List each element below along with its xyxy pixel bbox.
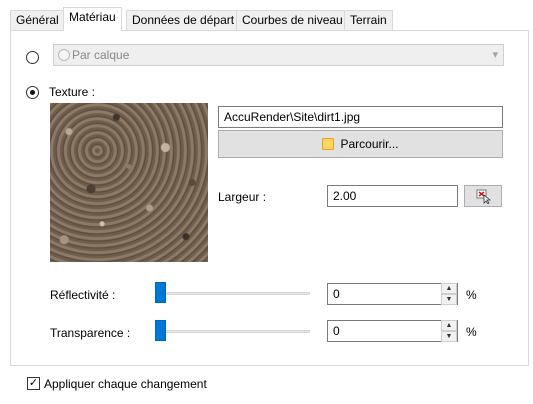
tab-terrain[interactable]: Terrain [344, 10, 393, 30]
texture-preview-image [50, 103, 208, 262]
width-input[interactable]: 2.00 [327, 185, 458, 207]
transparency-spinner[interactable]: ▲ ▼ [441, 320, 457, 342]
tab-start-data[interactable]: Données de départ [126, 10, 241, 30]
transparency-slider-thumb[interactable] [155, 320, 166, 341]
reflectivity-value: 0 [333, 287, 340, 301]
browse-label: Parcourir... [340, 137, 399, 151]
tab-general[interactable]: Général [10, 10, 65, 30]
pick-width-icon [476, 189, 492, 205]
pick-width-button[interactable] [464, 185, 502, 207]
spin-down-icon[interactable]: ▼ [441, 294, 457, 305]
tab-label: Général [16, 13, 59, 27]
reflectivity-slider-thumb[interactable] [155, 282, 166, 303]
browse-button[interactable]: Parcourir... [218, 130, 503, 158]
tab-material[interactable]: Matériau [63, 7, 122, 31]
texture-path-value: AccuRender\Site\dirt1.jpg [224, 110, 361, 124]
texture-radio[interactable] [26, 86, 39, 99]
spin-up-icon[interactable]: ▲ [441, 283, 457, 294]
reflectivity-label: Réflectivité : [50, 288, 116, 302]
transparency-label: Transparence : [50, 326, 131, 340]
reflectivity-slider-track[interactable] [158, 292, 310, 295]
transparency-value: 0 [333, 324, 340, 338]
spin-down-icon[interactable]: ▼ [441, 331, 457, 342]
spin-up-icon[interactable]: ▲ [441, 320, 457, 331]
transparency-input[interactable]: 0 [327, 320, 458, 342]
by-layer-combo-value: Par calque [72, 48, 130, 62]
by-layer-radio[interactable] [26, 51, 39, 64]
reflectivity-input[interactable]: 0 [327, 283, 458, 305]
checkmark-icon: ✓ [28, 377, 39, 389]
width-value: 2.00 [333, 189, 357, 203]
tab-label: Terrain [350, 13, 387, 27]
folder-icon [322, 138, 335, 150]
tab-label: Données de départ [132, 13, 235, 27]
width-label: Largeur : [218, 190, 267, 204]
transparency-unit: % [466, 325, 477, 339]
tab-label: Courbes de niveau [242, 13, 343, 27]
by-layer-combo: Par calque ▾ [53, 44, 504, 66]
reflectivity-spinner[interactable]: ▲ ▼ [441, 283, 457, 305]
tab-contours[interactable]: Courbes de niveau [236, 10, 349, 30]
apply-change-label: Appliquer chaque changement [44, 377, 207, 391]
tab-label: Matériau [69, 10, 116, 24]
texture-path-field[interactable]: AccuRender\Site\dirt1.jpg [218, 106, 503, 128]
reflectivity-unit: % [466, 288, 477, 302]
apply-change-checkbox[interactable]: ✓ [27, 377, 40, 390]
layer-radio-icon [58, 49, 70, 61]
transparency-slider-track[interactable] [158, 330, 310, 333]
chevron-down-icon: ▾ [492, 49, 498, 61]
texture-label: Texture : [49, 85, 96, 99]
